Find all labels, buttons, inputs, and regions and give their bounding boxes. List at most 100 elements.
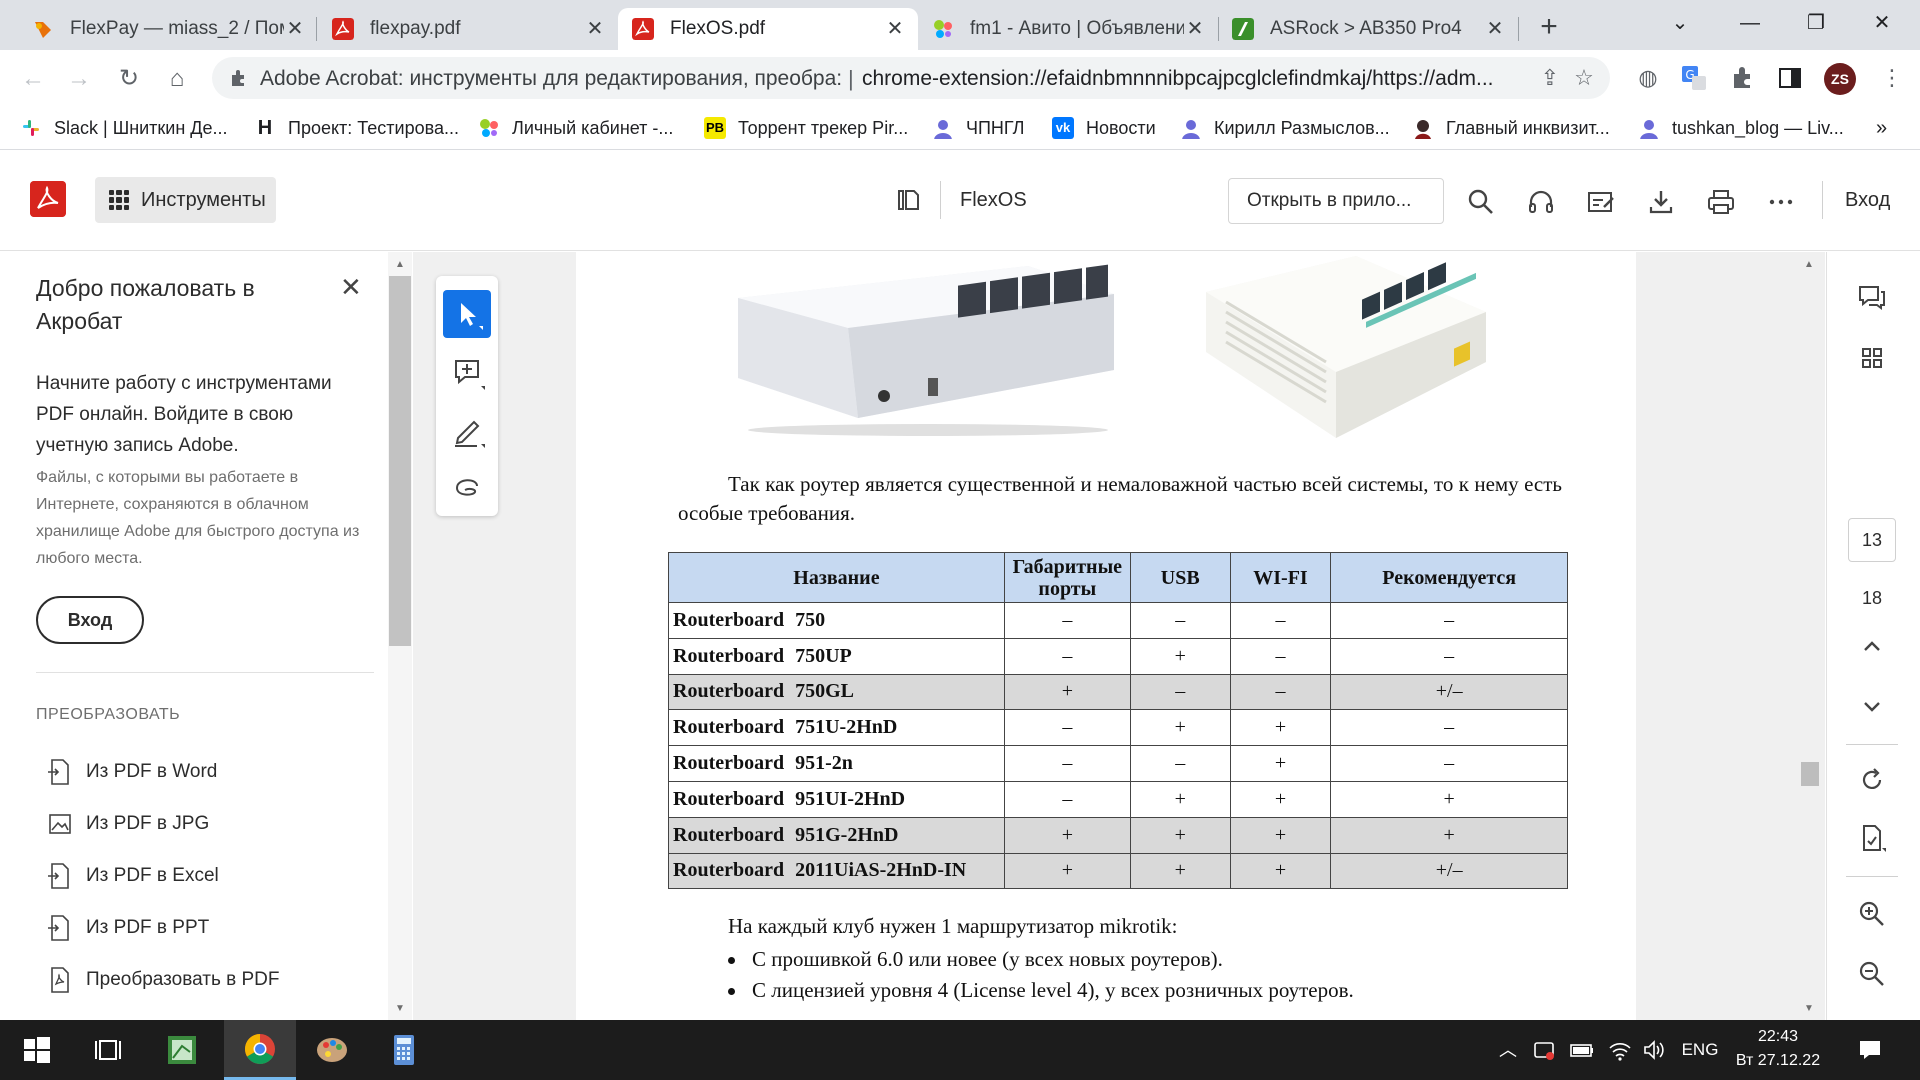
system-clock[interactable]: 22:43 Вт 27.12.22 — [1728, 1025, 1828, 1073]
bookmark-cabinet[interactable]: Личный кабинет -... — [478, 114, 673, 142]
wifi-cell: – — [1229, 637, 1332, 675]
tab-flexpay-help[interactable]: FlexPay — miass_2 / Пом ✕ — [18, 8, 318, 50]
close-icon[interactable]: ✕ — [584, 18, 606, 40]
download-icon[interactable] — [1646, 187, 1676, 217]
bookmark-star-icon[interactable]: ☆ — [1572, 66, 1596, 90]
read-aloud-icon[interactable] — [1526, 187, 1556, 217]
search-icon[interactable] — [1466, 187, 1496, 217]
document-scroll-thumb[interactable] — [1801, 762, 1819, 786]
close-icon[interactable]: ✕ — [340, 272, 362, 303]
tray-app-icon[interactable] — [1530, 1036, 1558, 1064]
globe-icon[interactable]: ◍ — [1634, 64, 1662, 92]
pdf-to-word-icon — [48, 759, 69, 785]
bookmark-project[interactable]: H Проект: Тестирова... — [254, 114, 459, 142]
task-view-icon[interactable] — [72, 1020, 144, 1080]
document-files-icon[interactable] — [896, 187, 922, 213]
translate-icon[interactable]: G — [1680, 64, 1708, 92]
draw-tool-button[interactable] — [443, 464, 491, 512]
share-icon[interactable]: ⇪ — [1538, 66, 1562, 90]
close-icon[interactable]: ✕ — [1184, 18, 1206, 40]
forward-button[interactable]: → — [62, 62, 96, 96]
select-tool-button[interactable] — [443, 290, 491, 338]
print-icon[interactable] — [1706, 187, 1736, 217]
convert-to-pdf[interactable]: Преобразовать в PDF — [46, 964, 280, 996]
windows-start-icon[interactable] — [0, 1020, 72, 1080]
document-scrollbar[interactable] — [1797, 252, 1821, 1020]
page-tools-icon[interactable] — [1856, 822, 1888, 854]
comments-icon[interactable] — [1856, 282, 1888, 314]
more-options-icon[interactable] — [1766, 187, 1796, 217]
scroll-up-icon[interactable]: ▲ — [1797, 258, 1821, 272]
convert-pdf-to-ppt[interactable]: Из PDF в PPT — [46, 912, 209, 944]
wifi-icon[interactable] — [1606, 1036, 1634, 1064]
zoom-in-icon[interactable] — [1856, 898, 1888, 930]
paint-palette-icon[interactable] — [296, 1020, 368, 1080]
close-icon[interactable]: ✕ — [1484, 18, 1506, 40]
zoom-out-icon[interactable] — [1856, 958, 1888, 990]
router-name-cell: Routerboard 750GL — [668, 673, 1005, 711]
tools-button[interactable]: Инструменты — [95, 177, 276, 223]
convert-pdf-to-jpg[interactable]: Из PDF в JPG — [46, 808, 209, 840]
open-in-app-button[interactable]: Открыть в прило... — [1228, 178, 1444, 224]
highlight-tool-button[interactable] — [443, 406, 491, 454]
side-panel-icon[interactable] — [1776, 64, 1804, 92]
chevron-down-icon[interactable] — [1856, 690, 1888, 722]
chrome-taskbar-app[interactable] — [224, 1020, 296, 1080]
wifi-cell: + — [1229, 780, 1332, 818]
bookmark-tushkan[interactable]: tushkan_blog — Liv... — [1638, 114, 1844, 142]
bookmark-torrent[interactable]: PB Торрент трекер Pir... — [704, 114, 908, 142]
recommended-cell: +/– — [1330, 852, 1568, 890]
address-bar[interactable]: Adobe Acrobat: инструменты для редактиро… — [212, 57, 1610, 99]
battery-icon[interactable] — [1568, 1036, 1596, 1064]
minimize-button[interactable]: — — [1720, 4, 1780, 42]
ports-cell: + — [1003, 852, 1131, 890]
tab-flexos-pdf[interactable]: FlexOS.pdf ✕ — [618, 8, 918, 50]
scroll-down-icon[interactable]: ▼ — [388, 1002, 412, 1016]
bookmarks-more-button[interactable]: » — [1876, 114, 1887, 142]
tab-avito[interactable]: fm1 - Авито | Объявлени ✕ — [918, 8, 1218, 50]
extensions-icon[interactable] — [1728, 64, 1756, 92]
restore-button[interactable]: ❐ — [1786, 4, 1846, 42]
bookmark-inquisitor[interactable]: Главный инквизит... — [1412, 114, 1610, 142]
spreadsheet-app-icon[interactable] — [146, 1020, 218, 1080]
calculator-icon[interactable] — [368, 1020, 440, 1080]
close-icon[interactable]: ✕ — [284, 18, 306, 40]
new-tab-button[interactable]: + — [1532, 10, 1566, 44]
tab-search-icon[interactable]: ⌄ — [1650, 4, 1710, 42]
menu-kebab-icon[interactable]: ⋮ — [1878, 64, 1906, 92]
bookmark-label: Кирилл Размыслов... — [1214, 117, 1390, 138]
scroll-up-icon[interactable]: ▲ — [388, 258, 412, 272]
home-button[interactable]: ⌂ — [160, 62, 194, 96]
close-icon[interactable]: ✕ — [884, 18, 906, 40]
close-window-button[interactable]: ✕ — [1852, 4, 1912, 42]
tray-chevron-up-icon[interactable]: ︿ — [1496, 1036, 1520, 1064]
browser-toolbar: ← → ↻ ⌂ Adobe Acrobat: инструменты для р… — [0, 50, 1920, 106]
back-button[interactable]: ← — [16, 62, 50, 96]
convert-pdf-to-excel[interactable]: Из PDF в Excel — [46, 860, 219, 892]
chevron-up-icon[interactable] — [1856, 630, 1888, 662]
add-comment-button[interactable] — [443, 348, 491, 396]
reload-button[interactable]: ↻ — [112, 62, 146, 96]
current-page-input[interactable]: 13 — [1848, 518, 1896, 562]
welcome-sign-in-button[interactable]: Вход — [36, 596, 144, 644]
scroll-down-icon[interactable]: ▼ — [1797, 1002, 1821, 1016]
bookmark-news[interactable]: vk Новости — [1052, 114, 1156, 142]
bookmark-kirill[interactable]: Кирилл Размыслов... — [1180, 114, 1390, 142]
fill-sign-icon[interactable] — [1586, 187, 1616, 217]
notifications-icon[interactable] — [1856, 1036, 1884, 1064]
welcome-scroll-thumb[interactable] — [389, 276, 411, 646]
column-header: WI-FI — [1229, 552, 1332, 603]
bookmark-slack[interactable]: Slack | Шниткин Де... — [20, 114, 228, 142]
sign-in-link[interactable]: Вход — [1845, 189, 1890, 212]
cursor-arrow-icon — [461, 303, 483, 330]
tab-flexpay-pdf[interactable]: flexpay.pdf ✕ — [318, 8, 618, 50]
thumbnails-grid-icon[interactable] — [1856, 342, 1888, 374]
usb-cell: + — [1129, 637, 1231, 675]
input-language[interactable]: ENG — [1678, 1036, 1722, 1064]
volume-icon[interactable] — [1640, 1036, 1668, 1064]
rotate-icon[interactable] — [1856, 764, 1888, 796]
profile-avatar[interactable]: ZS — [1824, 63, 1856, 95]
tab-asrock[interactable]: ASRock > AB350 Pro4 ✕ — [1218, 8, 1518, 50]
convert-pdf-to-word[interactable]: Из PDF в Word — [46, 756, 217, 788]
bookmark-chpngl[interactable]: ЧПНГЛ — [932, 114, 1024, 142]
